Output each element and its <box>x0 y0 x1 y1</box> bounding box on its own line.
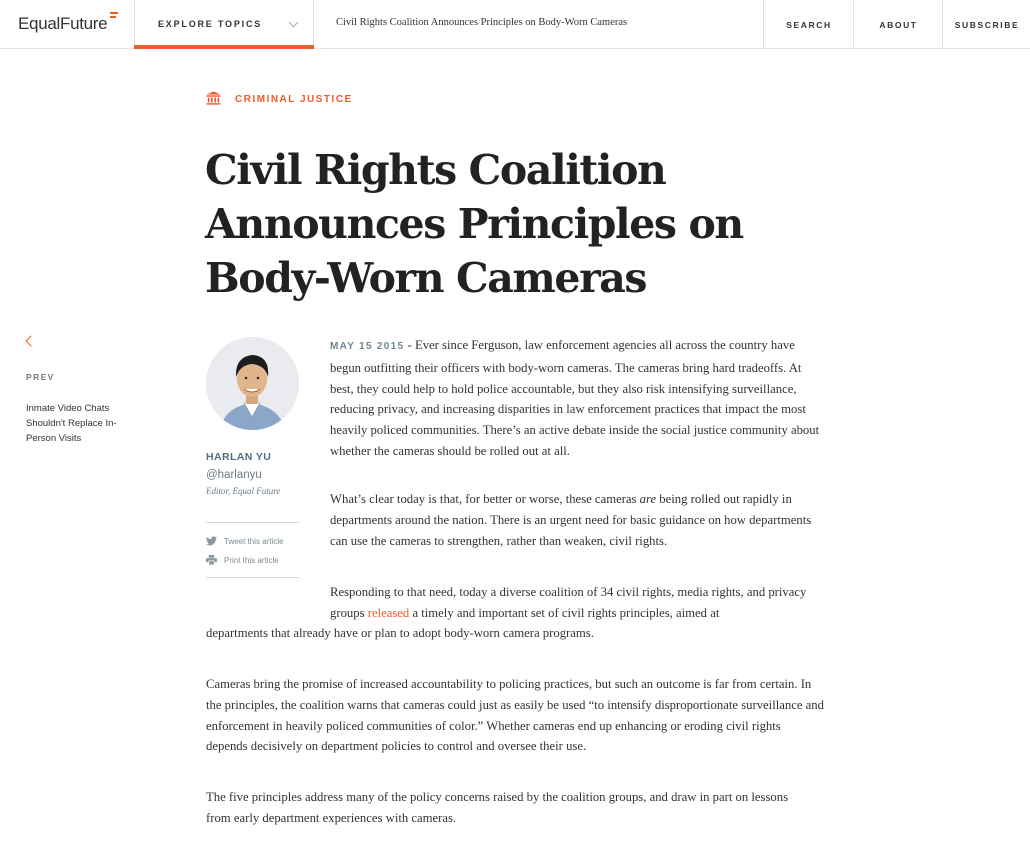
chevron-down-icon <box>288 17 299 28</box>
tweet-label: Tweet this article <box>224 537 284 546</box>
print-icon <box>206 555 217 565</box>
article-paragraph-3: Responding to that need, today a diverse… <box>330 582 820 624</box>
released-link[interactable]: released <box>368 606 410 620</box>
article-date: MAY 15 2015 <box>330 341 405 352</box>
prev-label: PREV <box>26 372 55 382</box>
prev-arrow-icon[interactable] <box>25 335 37 347</box>
courthouse-icon <box>206 91 221 105</box>
article-paragraph-2: What’s clear today is that, for better o… <box>330 489 824 551</box>
share-divider-top <box>206 522 299 523</box>
site-header: EqualFuture EXPLORE TOPICS Civil Rights … <box>0 0 1030 49</box>
article-paragraph-5: The five principles address many of the … <box>206 790 789 825</box>
site-logo[interactable]: EqualFuture <box>18 14 108 34</box>
subscribe-button[interactable]: SUBSCRIBE <box>942 0 1030 48</box>
paragraph-2-emphasis: are <box>639 492 657 506</box>
subscribe-label: SUBSCRIBE <box>954 20 1020 30</box>
author-name[interactable]: HARLAN YU <box>206 451 271 463</box>
search-label: SEARCH <box>786 20 832 30</box>
paragraph-3-text-b: a timely and important set of civil righ… <box>409 605 720 620</box>
search-button[interactable]: SEARCH <box>763 0 854 48</box>
author-role: Editor, Equal Future <box>206 486 281 496</box>
author-handle[interactable]: @harlanyu <box>206 469 262 481</box>
print-label: Print this article <box>224 556 279 565</box>
header-article-title: Civil Rights Coalition Announces Princip… <box>336 17 628 28</box>
paragraph-1-text: Ever since Ferguson, law enforcement age… <box>330 338 820 458</box>
about-button[interactable]: ABOUT <box>853 0 943 48</box>
article-paragraph-1: MAY 15 2015 - Ever since Ferguson, law e… <box>330 335 824 462</box>
paragraph-2-text-a: What’s clear today is that, for better o… <box>330 492 640 506</box>
active-indicator <box>134 45 314 49</box>
twitter-icon <box>206 536 217 546</box>
category-label: CRIMINAL JUSTICE <box>235 94 353 105</box>
explore-topics-menu[interactable]: EXPLORE TOPICS <box>134 0 314 49</box>
prev-article-link[interactable]: Inmate Video Chats Shouldn't Replace In-… <box>26 401 126 446</box>
about-label: ABOUT <box>879 20 918 30</box>
article-paragraph-3-cont: departments that already have or plan to… <box>206 626 594 640</box>
article-title: Civil Rights Coalition Announces Princip… <box>205 146 744 302</box>
author-avatar <box>206 337 299 430</box>
explore-topics-label: EXPLORE TOPICS <box>158 19 263 29</box>
date-separator: - <box>404 338 415 352</box>
logo-mark-icon <box>110 12 118 20</box>
share-divider-bottom <box>206 577 299 578</box>
article-paragraph-4: Cameras bring the promise of increased a… <box>206 677 824 754</box>
